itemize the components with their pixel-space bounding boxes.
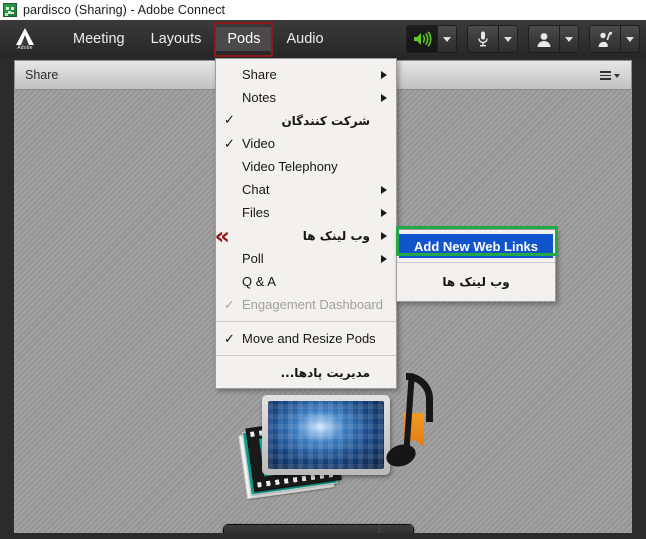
speaker-icon[interactable] [406,25,438,53]
chevron-down-icon [504,36,512,42]
menu-separator [397,262,555,263]
webcam-icon[interactable] [528,25,560,53]
pods-menu-label: Video [242,136,276,151]
menu-item-meeting[interactable]: Meeting [60,27,138,52]
raise-hand-icon[interactable] [589,25,621,53]
speaker-glyph [414,31,432,47]
pods-menu-label: Poll [242,251,264,266]
window-titlebar: pardisco (Sharing) - Adobe Connect [0,0,646,20]
share-my-screen-control: Share My Screen [223,524,414,533]
web-links-submenu: Add New Web Links وب لینک ها [396,229,556,302]
raise-hand-glyph [598,31,613,47]
pods-menu-label: Move and Resize Pods [242,331,376,346]
share-my-screen-dropdown-button[interactable] [379,524,414,533]
pods-menu-label: Notes [242,90,276,105]
microphone-dropdown-button[interactable] [499,25,518,53]
menu-item-layouts[interactable]: Layouts [138,27,215,52]
webcam-glyph [537,32,551,47]
monitor-screen [268,401,384,469]
checkmark-icon: ✓ [224,331,235,346]
pods-menu-label: Q & A [242,274,276,289]
submenu-item-add-new-web-links[interactable]: Add New Web Links [399,234,553,258]
checkmark-icon: ✓ [224,297,235,312]
raise-hand-control [589,25,640,53]
chevron-down-icon [443,36,451,42]
pods-menu-label: مدیریت پادها... [280,365,370,380]
adobe-logo-icon: Adobe [8,22,42,56]
annotation-arrow-icon: » [214,221,230,250]
chevron-down-icon [614,73,620,78]
speaker-control [406,25,457,53]
checkmark-icon: ✓ [224,136,235,151]
pods-menu-item-qa[interactable]: Q & A [216,270,396,293]
menu-bar: Adobe Meeting Layouts Pods Audio [0,20,646,58]
pods-menu-item-manage-pods[interactable]: مدیریت پادها... [216,361,396,384]
pods-menu-item-web-links[interactable]: » وب لینک ها [214,224,396,248]
pods-menu-item-share[interactable]: Share [216,63,396,86]
pods-menu-item-engagement-dashboard: ✓ Engagement Dashboard [216,293,396,316]
chevron-right-icon [381,185,387,194]
hamburger-icon [600,71,611,80]
pods-menu-item-poll[interactable]: Poll [216,247,396,270]
share-pod-title: Share [25,68,59,82]
share-my-screen-button[interactable]: Share My Screen [223,524,380,533]
pods-menu-item-chat[interactable]: Chat [216,178,396,201]
chevron-right-icon [381,208,387,217]
checkmark-icon: ✓ [224,113,235,128]
monitor-icon [262,395,390,475]
chevron-right-icon [381,231,387,240]
raise-hand-dropdown-button[interactable] [621,25,640,53]
microphone-control [467,25,518,53]
webcam-dropdown-button[interactable] [560,25,579,53]
pods-menu-label: شرکت کنندگان [281,113,370,128]
pods-menu-label: Video Telephony [242,159,338,174]
pods-menu-label: Files [242,205,270,220]
pods-menu-item-move-and-resize-pods[interactable]: ✓ Move and Resize Pods [216,327,396,350]
pods-menu-item-participants[interactable]: ✓ شرکت کنندگان [216,109,396,132]
menu-separator [216,321,396,322]
menu-items: Meeting Layouts Pods Audio [60,20,337,58]
music-note-icon [380,372,433,483]
menu-separator [216,355,396,356]
microphone-glyph [478,31,488,47]
av-toolbar [406,23,640,55]
menu-item-audio[interactable]: Audio [273,27,336,52]
chevron-down-icon [565,36,573,42]
webcam-control [528,25,579,53]
adobe-wordmark: Adobe [17,44,33,51]
speaker-dropdown-button[interactable] [438,25,457,53]
pods-dropdown-menu: Share Notes ✓ شرکت کنندگان ✓ Video Video… [214,58,397,389]
pods-menu-item-notes[interactable]: Notes [216,86,396,109]
window-title: pardisco (Sharing) - Adobe Connect [23,3,226,17]
application-frame: Adobe Meeting Layouts Pods Audio Share S… [0,20,646,539]
menu-item-pods[interactable]: Pods [214,21,274,57]
chevron-right-icon [381,254,387,263]
chevron-down-icon [626,36,634,42]
app-icon [3,3,17,17]
chevron-right-icon [381,70,387,79]
microphone-icon[interactable] [467,25,499,53]
adobe-connect-window: pardisco (Sharing) - Adobe Connect Adobe… [0,0,646,539]
pods-menu-label: وب لینک ها [302,228,370,243]
pods-menu-item-video[interactable]: ✓ Video [216,132,396,155]
pods-menu-label: Engagement Dashboard [242,297,383,312]
chevron-right-icon [381,93,387,102]
pods-menu-label: Share [242,67,277,82]
pods-menu-item-files[interactable]: Files [216,201,396,224]
submenu-item-web-links[interactable]: وب لینک ها [397,267,555,297]
pods-menu-label: Chat [242,182,270,197]
pod-options-icon[interactable] [595,66,625,85]
pods-menu-item-video-telephony[interactable]: Video Telephony [216,155,396,178]
